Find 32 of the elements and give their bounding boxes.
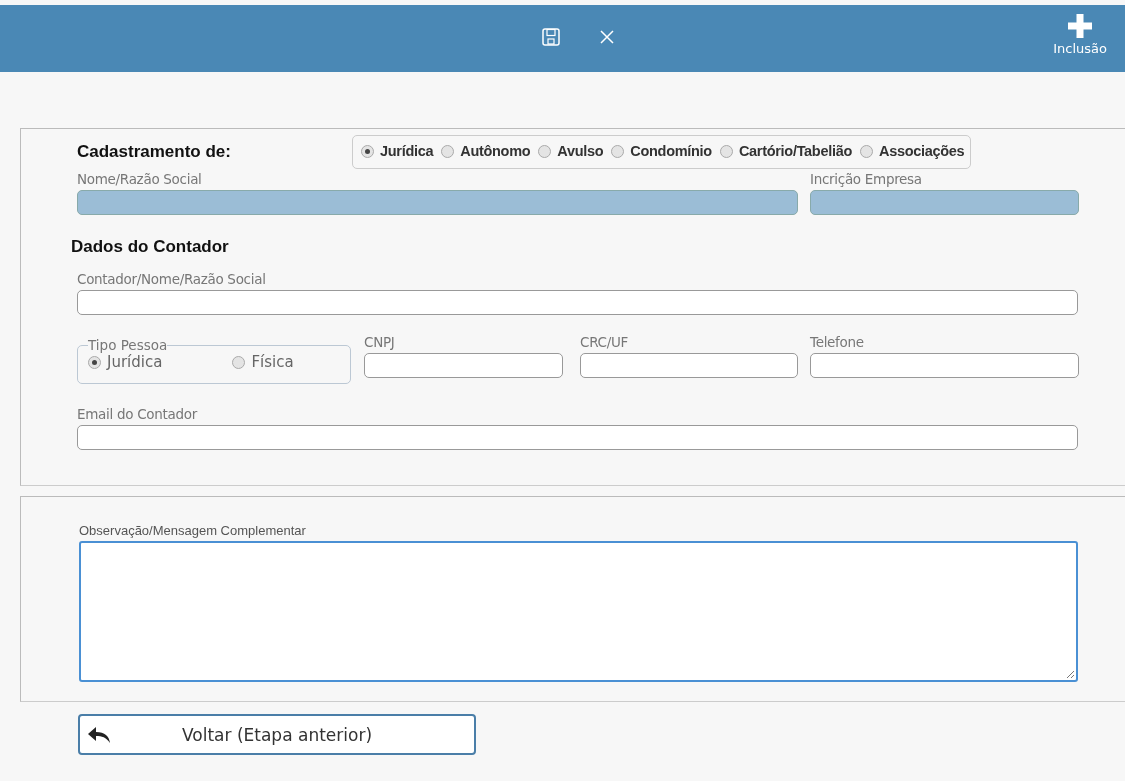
field-label: CNPJ [364, 334, 396, 352]
radio-option[interactable]: Avulso [538, 143, 604, 159]
radio-option[interactable]: Jurídica [88, 353, 163, 371]
radio-option[interactable]: Autônomo [441, 143, 531, 159]
back-arrow-icon [86, 724, 112, 745]
radio-option[interactable]: Condomínio [611, 143, 712, 159]
field-label: Observação/Mensagem Complementar [79, 523, 307, 540]
section-label: Cadastramento de: [77, 142, 232, 162]
input-field[interactable] [77, 425, 1078, 450]
input-field[interactable] [810, 353, 1079, 378]
input-field[interactable] [77, 290, 1078, 315]
field-label: Email do Contador [77, 406, 199, 424]
radio-option[interactable]: Associações [860, 143, 965, 159]
field-label: Contador/Nome/Razão Social [77, 271, 267, 289]
text-area[interactable] [79, 541, 1078, 682]
radio-option[interactable]: Cartório/Tabelião [719, 143, 852, 159]
field-label: Telefone [810, 334, 865, 352]
new-button[interactable]: Inclusão [1053, 13, 1107, 56]
radio-option[interactable]: Jurídica [361, 143, 434, 159]
input-field[interactable] [580, 353, 798, 378]
back-button[interactable]: Voltar (Etapa anterior) [78, 714, 476, 755]
radio-option[interactable]: Física [232, 353, 294, 371]
save-icon[interactable] [540, 27, 561, 47]
resize-grip-icon[interactable] [1066, 670, 1075, 679]
close-icon[interactable] [598, 29, 615, 45]
field-label: Nome/Razão Social [77, 171, 203, 189]
plus-icon [1067, 13, 1094, 39]
group-legend: Tipo Pessoa [88, 340, 168, 351]
section-heading: Dados do Contador [71, 237, 230, 257]
field-label: CRC/UF [580, 334, 629, 352]
input-field[interactable] [364, 353, 563, 378]
field-label: Incrição Empresa [810, 171, 923, 189]
